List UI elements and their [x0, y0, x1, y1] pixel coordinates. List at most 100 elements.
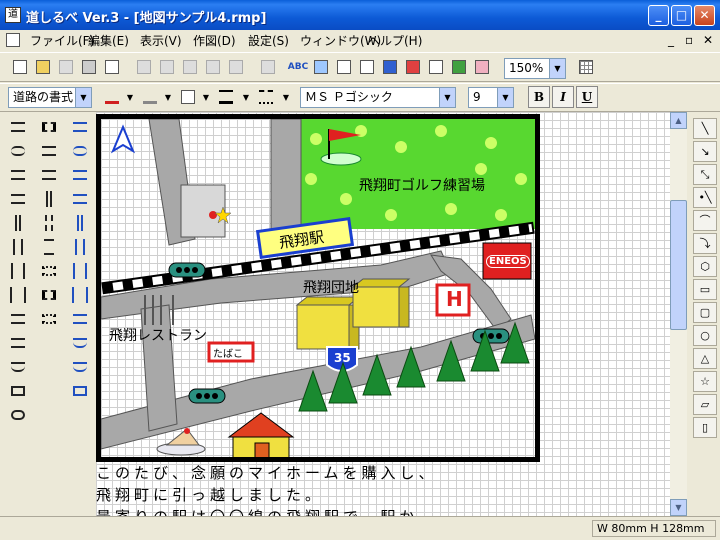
river-straight-tool[interactable] — [67, 116, 93, 138]
road-straight-tool[interactable] — [5, 116, 31, 138]
speech-bubble-tool-icon[interactable]: ▯ — [693, 417, 717, 438]
chevron-down-icon[interactable]: ▼ — [75, 88, 91, 107]
star-tool-icon[interactable]: ☆ — [693, 371, 717, 392]
menu-view[interactable]: 表示(V) — [140, 32, 182, 49]
road-end-tool[interactable] — [5, 308, 31, 330]
road-round-end-tool[interactable] — [5, 356, 31, 378]
open-folder-icon[interactable] — [33, 57, 53, 77]
rail-straight-tool[interactable] — [36, 116, 62, 138]
polygon-tool-icon[interactable]: ⬡ — [693, 256, 717, 277]
underline-button[interactable]: U — [576, 86, 598, 108]
text-direction-icon[interactable] — [334, 57, 354, 77]
line-color-icon[interactable] — [102, 87, 122, 107]
mdi-close-button[interactable]: ✕ — [703, 33, 713, 47]
arrow-tool-icon[interactable]: ↘ — [693, 141, 717, 162]
redo-icon[interactable] — [226, 57, 246, 77]
road-curve-tool[interactable] — [5, 140, 31, 162]
zoom-select[interactable]: 150% ▼ — [504, 58, 566, 79]
tobacco-label[interactable]: たばこ — [213, 345, 243, 360]
menu-edit[interactable]: 編集(E) — [88, 32, 129, 49]
line-width-icon[interactable] — [216, 87, 236, 107]
mdi-restore-button[interactable]: ▫ — [685, 33, 693, 47]
chevron-down-icon[interactable]: ▼ — [497, 88, 513, 107]
rail-curve-tool[interactable] — [36, 140, 62, 162]
river-box-tool[interactable] — [67, 380, 93, 402]
triangle-tool-icon[interactable]: △ — [693, 348, 717, 369]
danchi-label[interactable]: 飛翔団地 — [303, 277, 359, 297]
document-icon[interactable] — [6, 33, 20, 47]
copy-icon[interactable] — [157, 57, 177, 77]
menu-settings[interactable]: 設定(S) — [248, 32, 289, 49]
fill-color-icon[interactable] — [140, 87, 160, 107]
chevron-down-icon[interactable]: ▼ — [236, 87, 256, 107]
rail-bridge-tool[interactable] — [36, 308, 62, 330]
line-style-icon[interactable] — [256, 87, 276, 107]
ellipse-tool-icon[interactable]: ○ — [693, 325, 717, 346]
road-double-tool[interactable] — [5, 236, 31, 258]
font-size-select[interactable]: 9 ▼ — [468, 87, 514, 108]
map-parts-icon[interactable] — [449, 57, 469, 77]
road-s-curve-tool[interactable] — [5, 188, 31, 210]
title-bar[interactable]: 道 道しるべ Ver.3 - [地図サンプル4.rmp] _ □ ✕ — [0, 0, 720, 30]
close-button[interactable]: ✕ — [694, 5, 715, 26]
chevron-down-icon[interactable]: ▼ — [196, 87, 216, 107]
new-file-icon[interactable] — [10, 57, 30, 77]
properties-icon[interactable] — [258, 57, 278, 77]
rail-wide-tool[interactable] — [36, 284, 62, 306]
map-frame[interactable]: 飛翔町ゴルフ練習場 飛翔駅 飛翔団地 飛翔レストラン たばこ 35 ENEOS … — [96, 114, 540, 462]
river-u-tool[interactable] — [67, 356, 93, 378]
house-icon[interactable] — [227, 412, 295, 457]
vertical-scrollbar[interactable]: ▲ ▼ — [670, 112, 687, 516]
mdi-minimize-button[interactable]: _ — [668, 33, 674, 47]
chevron-down-icon[interactable]: ▼ — [276, 87, 296, 107]
drawing-canvas[interactable]: 飛翔町ゴルフ練習場 飛翔駅 飛翔団地 飛翔レストラン たばこ 35 ENEOS … — [96, 112, 670, 516]
menu-file[interactable]: ファイル(F) — [30, 32, 94, 49]
river-curve-tool[interactable] — [67, 140, 93, 162]
rail-ladder-tool[interactable] — [36, 236, 62, 258]
symbol-icon[interactable] — [426, 57, 446, 77]
rail-track-tool[interactable] — [36, 212, 62, 234]
road-corner-tool[interactable] — [5, 164, 31, 186]
pattern-icon[interactable] — [178, 87, 198, 107]
maximize-button[interactable]: □ — [671, 5, 692, 26]
curve-arrow-tool-icon[interactable]: ⤵ — [693, 233, 717, 254]
app-icon[interactable]: 道 — [5, 7, 21, 23]
rail-cross-tool[interactable] — [36, 164, 62, 186]
line-tool-icon[interactable]: ╲ — [693, 118, 717, 139]
dot-line-tool-icon[interactable]: •╲ — [693, 187, 717, 208]
rail-vertical-tool[interactable] — [36, 188, 62, 210]
rectangle-tool-icon[interactable]: ▭ — [693, 279, 717, 300]
rounded-rect-tool-icon[interactable]: ▢ — [693, 302, 717, 323]
golf-label[interactable]: 飛翔町ゴルフ練習場 — [359, 175, 485, 195]
paste-icon[interactable] — [180, 57, 200, 77]
river-vertical-tool[interactable] — [67, 212, 93, 234]
minimize-button[interactable]: _ — [648, 5, 669, 26]
sort-icon[interactable] — [311, 57, 331, 77]
menu-help[interactable]: ヘルプ(H) — [368, 32, 422, 49]
chevron-down-icon[interactable]: ▼ — [158, 87, 178, 107]
home-icon[interactable] — [403, 57, 423, 77]
scroll-down-button[interactable]: ▼ — [670, 499, 687, 516]
callout-tool-icon[interactable]: ▱ — [693, 394, 717, 415]
print-icon[interactable] — [79, 57, 99, 77]
italic-button[interactable]: I — [552, 86, 574, 108]
river-wide-tool[interactable] — [67, 260, 93, 282]
scroll-thumb[interactable] — [670, 200, 687, 330]
river-end-tool[interactable] — [67, 308, 93, 330]
road-tee-tool[interactable] — [5, 332, 31, 354]
chevron-down-icon[interactable]: ▼ — [439, 88, 455, 107]
river-multi-tool[interactable] — [67, 284, 93, 306]
spell-check-icon[interactable]: ABC — [288, 57, 308, 77]
chevron-down-icon[interactable]: ▼ — [549, 59, 565, 78]
grid-icon[interactable] — [576, 57, 596, 77]
scroll-up-button[interactable]: ▲ — [670, 112, 687, 129]
bold-button[interactable]: B — [528, 86, 550, 108]
font-select[interactable]: ＭＳ Ｐゴシック ▼ — [300, 87, 456, 108]
river-s-curve-tool[interactable] — [67, 188, 93, 210]
road-wide-tool[interactable] — [5, 260, 31, 282]
undo-icon[interactable] — [203, 57, 223, 77]
style-select[interactable]: 道路の書式 ▼ — [8, 87, 92, 108]
road-vertical-tool[interactable] — [5, 212, 31, 234]
print-preview-icon[interactable] — [102, 57, 122, 77]
body-text-box[interactable]: このたび、念願のマイホームを購入し、 飛翔町に引っ越しました。 最寄りの駅は〇〇… — [96, 462, 540, 516]
